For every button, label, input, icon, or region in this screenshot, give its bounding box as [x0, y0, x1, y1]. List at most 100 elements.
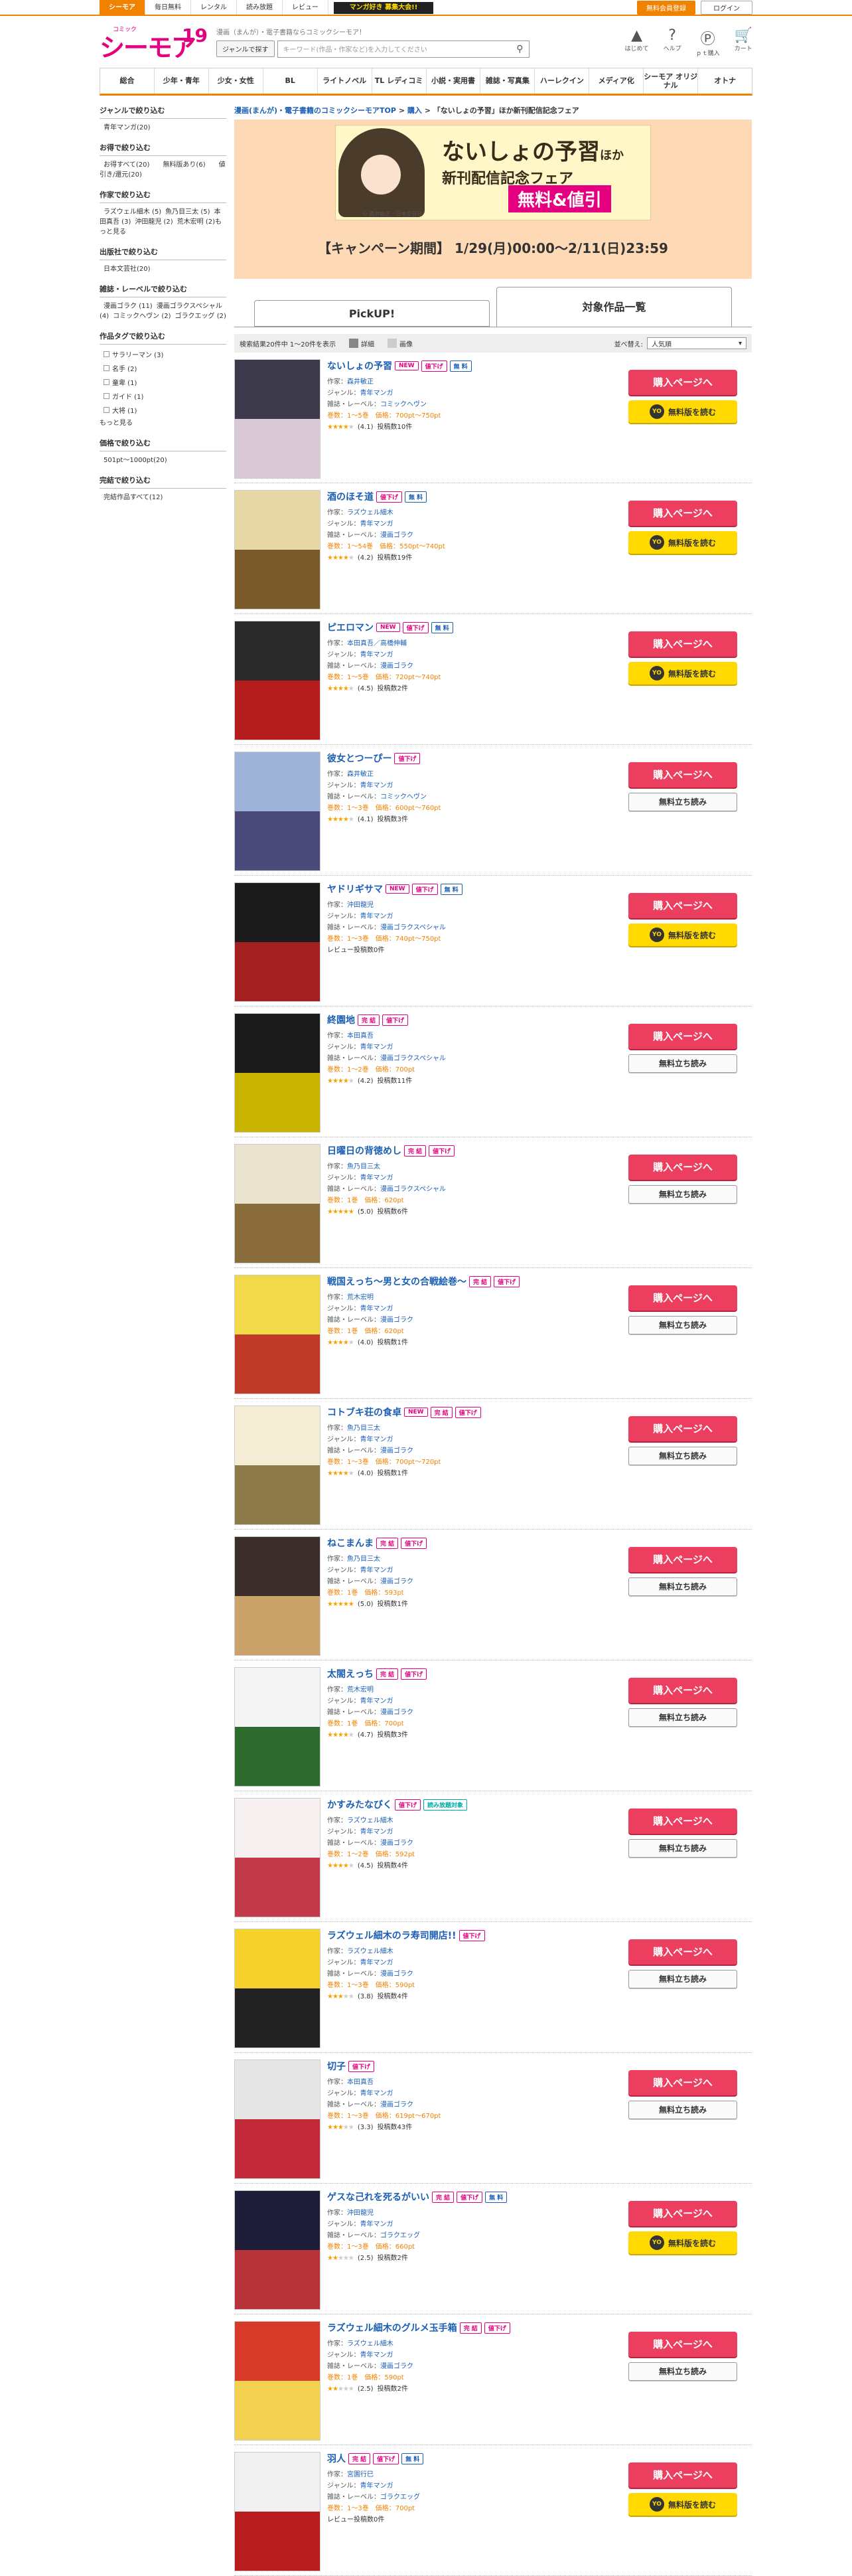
checkbox-icon[interactable] [104, 379, 109, 385]
genre-search-button[interactable]: ジャンルで探す [216, 40, 275, 57]
item-magazine[interactable]: 漫画ゴラク [380, 532, 413, 539]
item-author[interactable]: 本田真吾 [347, 1032, 374, 1040]
buy-page-button[interactable]: 購入ページへ [628, 1416, 737, 1441]
nav-item[interactable]: シーモア オリジナル [644, 68, 699, 94]
item-author[interactable]: ラズウェル細木 [347, 1948, 393, 1955]
item-magazine[interactable]: 漫画ゴラクスペシャル [380, 1186, 446, 1193]
buy-page-button[interactable]: 購入ページへ [628, 1024, 737, 1049]
cover-image[interactable] [234, 1536, 320, 1656]
item-title[interactable]: ヤドリギサマ [327, 882, 383, 896]
free-trial-button[interactable]: 無料立ち読み [628, 2362, 737, 2381]
read-free-button[interactable]: YO 無料版を読む [628, 924, 737, 946]
buy-page-button[interactable]: 購入ページへ [628, 1285, 737, 1311]
filter-checkbox[interactable]: 名手 (2) [100, 361, 226, 375]
item-genre[interactable]: 青年マンガ [360, 1044, 393, 1051]
buy-page-button[interactable]: 購入ページへ [628, 2462, 737, 2488]
free-trial-button[interactable]: 無料立ち読み [628, 1970, 737, 1988]
filter-checkbox[interactable]: 童卑 (1) [100, 375, 226, 389]
filter-checkbox[interactable]: 大将 (1) [100, 403, 226, 417]
read-free-button[interactable]: YO 無料版を読む [628, 400, 737, 423]
item-genre[interactable]: 青年マンガ [360, 1828, 393, 1836]
buy-page-button[interactable]: 購入ページへ [628, 1155, 737, 1180]
item-title[interactable]: ねこまんま [327, 1536, 374, 1550]
cover-image[interactable] [234, 1144, 320, 1263]
item-genre[interactable]: 青年マンガ [360, 1174, 393, 1182]
item-author[interactable]: ラズウェル細木 [347, 509, 393, 517]
buy-page-button[interactable]: 購入ページへ [628, 1547, 737, 1572]
tab-target-list[interactable]: 対象作品一覧 [496, 287, 732, 327]
nav-item[interactable]: 小説・実用書 [427, 68, 481, 94]
item-title[interactable]: 終園地 [327, 1013, 355, 1026]
item-magazine[interactable]: 漫画ゴラク [380, 1317, 413, 1324]
read-free-button[interactable]: YO 無料版を読む [628, 531, 737, 554]
item-author[interactable]: 沖田龍児 [347, 2210, 374, 2217]
login-button[interactable]: ログイン [701, 0, 752, 15]
item-author[interactable]: 荒木宏明 [347, 1686, 374, 1694]
nav-item[interactable]: BL [263, 68, 318, 94]
cover-image[interactable] [234, 621, 320, 740]
item-genre[interactable]: 青年マンガ [360, 651, 393, 659]
help-link[interactable]: ? ヘルプ [664, 27, 681, 57]
show-more-link[interactable]: もっと見る [100, 417, 133, 430]
item-magazine[interactable]: ゴラクエッグ [380, 2494, 420, 2501]
checkbox-icon[interactable] [104, 365, 109, 371]
nav-item[interactable]: TL レディコミ [372, 68, 427, 94]
free-trial-button[interactable]: 無料立ち読み [628, 1839, 737, 1858]
nav-item[interactable]: 少年・青年 [155, 68, 209, 94]
cover-image[interactable] [234, 359, 320, 479]
item-genre[interactable]: 青年マンガ [360, 1305, 393, 1313]
nav-item[interactable]: ライトノベル [318, 68, 372, 94]
nav-item[interactable]: 少女・女性 [209, 68, 263, 94]
buy-page-button[interactable]: 購入ページへ [628, 1809, 737, 1834]
item-magazine[interactable]: 漫画ゴラク [380, 2363, 413, 2370]
free-trial-button[interactable]: 無料立ち読み [628, 1708, 737, 1727]
cart-link[interactable]: 🛒 カート [735, 27, 752, 57]
item-title[interactable]: 羽人 [327, 2452, 346, 2465]
cover-image[interactable] [234, 1929, 320, 2048]
item-magazine[interactable]: コミックヘヴン [380, 793, 427, 801]
item-magazine[interactable]: 漫画ゴラクスペシャル [380, 1055, 446, 1062]
item-author[interactable]: 魚乃目三太 [347, 1163, 380, 1170]
beginner-link[interactable]: ▲ はじめて [625, 27, 649, 57]
item-genre[interactable]: 青年マンガ [360, 2221, 393, 2228]
buy-page-button[interactable]: 購入ページへ [628, 2070, 737, 2095]
item-title[interactable]: 日曜日の背徳めし [327, 1144, 401, 1157]
free-signup-button[interactable]: 無料会員登録 [637, 0, 695, 15]
buy-page-button[interactable]: 購入ページへ [628, 2201, 737, 2226]
item-genre[interactable]: 青年マンガ [360, 2352, 393, 2359]
filter-option[interactable]: コミックヘヴン (2) [109, 311, 171, 322]
toptab-cmoa[interactable]: シーモア [100, 0, 145, 15]
item-title[interactable]: ラズウェル細木のグルメ玉手箱 [327, 2321, 457, 2334]
nav-item[interactable]: メディア化 [589, 68, 644, 94]
buy-page-button[interactable]: 購入ページへ [628, 762, 737, 787]
item-genre[interactable]: 青年マンガ [360, 1567, 393, 1574]
tab-pickup[interactable]: PickUP! [254, 300, 490, 327]
filter-option[interactable]: 荒木宏明 (2) [173, 216, 215, 228]
read-free-button[interactable]: YO 無料版を読む [628, 662, 737, 684]
buy-page-button[interactable]: 購入ページへ [628, 893, 737, 918]
item-genre[interactable]: 青年マンガ [360, 1436, 393, 1443]
item-genre[interactable]: 青年マンガ [360, 2090, 393, 2097]
free-trial-button[interactable]: 無料立ち読み [628, 1185, 737, 1204]
item-title[interactable]: ラズウェル細木のラ寿司開店!! [327, 1929, 457, 1942]
item-title[interactable]: コトブキ荘の食卓 [327, 1406, 401, 1419]
item-magazine[interactable]: 漫画ゴラク [380, 1709, 413, 1716]
toptab-rental[interactable]: レンタル [191, 0, 237, 15]
filter-option[interactable]: ゴラクエッグ (2) [171, 311, 226, 322]
item-author[interactable]: 荒木宏明 [347, 1294, 374, 1301]
nav-item[interactable]: ハーレクイン [535, 68, 590, 94]
item-title[interactable]: 彼女とつーぴー [327, 752, 391, 765]
read-free-button[interactable]: YO 無料版を読む [628, 2493, 737, 2516]
item-title[interactable]: かすみたなびく [327, 1798, 392, 1811]
checkbox-icon[interactable] [104, 351, 109, 357]
breadcrumb-buy[interactable]: 購入 [407, 106, 422, 115]
item-author[interactable]: 本田真吾 [347, 2079, 374, 2086]
cover-image[interactable] [234, 1798, 320, 1917]
item-genre[interactable]: 青年マンガ [360, 390, 393, 397]
item-author[interactable]: 魚乃目三太 [347, 1425, 380, 1432]
item-title[interactable]: ピエロマン [327, 621, 374, 634]
checkbox-icon[interactable] [104, 407, 109, 413]
toptab-unlimited[interactable]: 読み放題 [237, 0, 283, 15]
nav-item[interactable]: 総合 [100, 68, 155, 94]
cover-image[interactable] [234, 752, 320, 871]
